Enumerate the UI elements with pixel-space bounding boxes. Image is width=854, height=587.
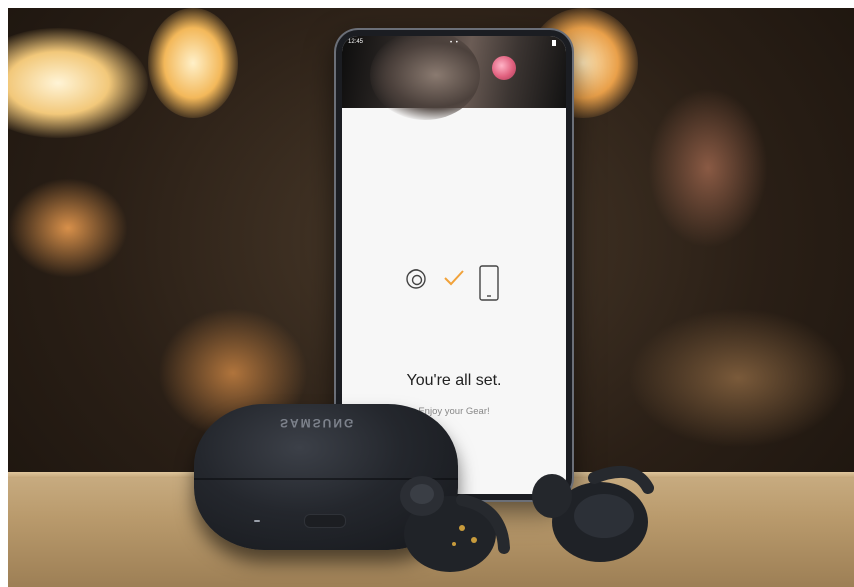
phone-icon [479,265,499,301]
bokeh-light [628,308,848,448]
earbud-icon [406,269,426,289]
status-time: 12:45 [348,39,364,45]
case-led [254,520,260,522]
bokeh-light [8,28,148,138]
left-earbud [400,476,510,572]
battery-icon [552,40,556,46]
bokeh-light [648,88,768,248]
check-icon [444,270,464,286]
face-photo [370,36,480,120]
case-brand-logo: SAMSUNG [280,416,356,430]
bokeh-light [148,8,238,118]
pairing-status-icons [342,264,566,304]
case-button [304,514,346,528]
earbud-in-ear [492,56,516,80]
setup-complete-title: You're all set. [406,372,502,389]
right-earbud [532,466,654,562]
bokeh-light [8,178,128,278]
hero-banner: 12:45 • • [342,36,566,120]
status-indicator: • • [450,40,459,46]
